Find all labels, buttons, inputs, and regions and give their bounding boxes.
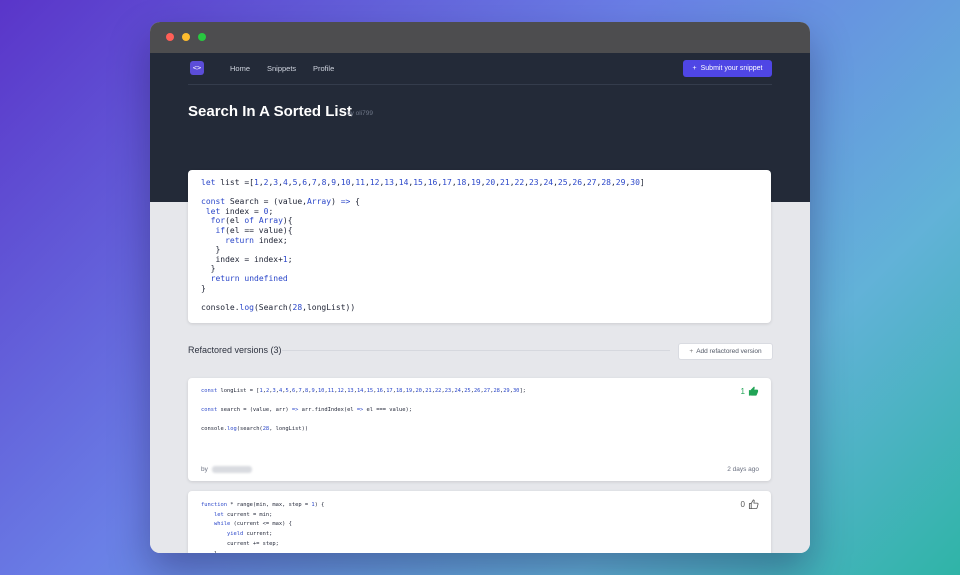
submit-snippet-button[interactable]: + Submit your snippet [683, 60, 772, 77]
thumbs-up-outline-icon [748, 499, 759, 510]
nav-link-home[interactable]: Home [230, 64, 250, 73]
refactored-code: const longList = [1,2,3,4,5,6,7,8,9,10,1… [201, 388, 526, 433]
submit-snippet-label: Submit your snippet [700, 65, 763, 72]
upvote-button[interactable]: 1 [741, 386, 759, 397]
refactor-date: 2 days ago [727, 466, 759, 473]
refactored-versions-heading: Refactored versions (3) [188, 345, 282, 355]
snippet-code-card: let list =[1,2,3,4,5,6,7,8,9,10,11,12,13… [188, 170, 771, 323]
add-refactored-version-label: Add refactored version [696, 348, 762, 355]
plus-icon: + [689, 348, 694, 355]
maximize-window-button[interactable] [198, 33, 206, 41]
close-window-button[interactable] [166, 33, 174, 41]
vote-count: 0 [740, 500, 745, 509]
refactor-author: by [201, 466, 252, 473]
author-name-redacted [211, 466, 252, 473]
refactored-code: function * range(min, max, step = 1) { l… [201, 502, 325, 553]
vote-count: 1 [740, 387, 745, 396]
upvote-button[interactable]: 0 [741, 499, 759, 510]
author-by-label: by [201, 466, 208, 473]
add-refactored-version-button[interactable]: + Add refactored version [678, 343, 773, 360]
minimize-window-button[interactable] [182, 33, 190, 41]
page-viewport: <> Home Snippets Profile + Submit your sn… [150, 53, 810, 553]
browser-window: <> Home Snippets Profile + Submit your sn… [150, 22, 810, 553]
nav-link-profile[interactable]: Profile [313, 64, 334, 73]
snippet-author[interactable]: by oli799 [347, 110, 373, 117]
refactored-version-card: function * range(min, max, step = 1) { l… [188, 491, 771, 553]
window-titlebar [150, 22, 810, 53]
plus-icon: + [692, 65, 697, 72]
nav-link-snippets[interactable]: Snippets [267, 64, 296, 73]
page-title: Search In A Sorted List [188, 103, 352, 120]
thumbs-up-filled-icon [748, 386, 759, 396]
section-divider [282, 350, 670, 351]
refactored-version-card: const longList = [1,2,3,4,5,6,7,8,9,10,1… [188, 378, 771, 481]
code-logo-icon[interactable]: <> [190, 61, 204, 75]
top-nav: <> Home Snippets Profile + Submit your sn… [188, 53, 772, 85]
snippet-code: let list =[1,2,3,4,5,6,7,8,9,10,11,12,13… [201, 178, 645, 312]
